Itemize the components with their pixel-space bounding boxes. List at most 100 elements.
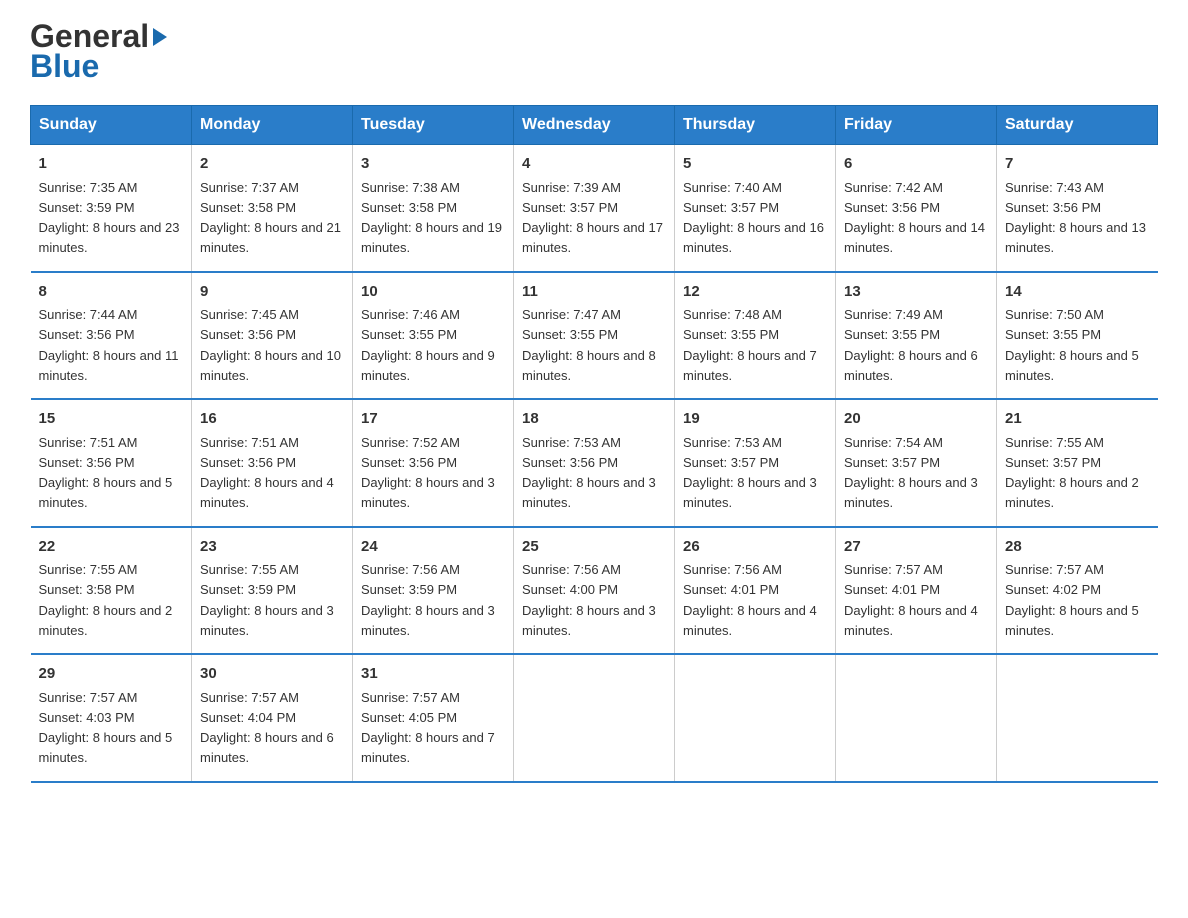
day-cell: 9Sunrise: 7:45 AMSunset: 3:56 PMDaylight… [192,272,353,400]
daylight-info: Daylight: 8 hours and 7 minutes. [683,348,817,383]
day-cell: 6Sunrise: 7:42 AMSunset: 3:56 PMDaylight… [836,145,997,272]
day-number: 31 [361,663,505,686]
week-row-5: 29 Sunrise: 7:57 AM Sunset: 4:03 PM Dayligh… [31,654,1158,782]
daylight-info: Daylight: 8 hours and 2 minutes. [1005,475,1139,510]
day-cell: 16Sunrise: 7:51 AMSunset: 3:56 PMDayligh… [192,399,353,527]
sunset-info: Sunset: 3:56 PM [200,327,296,342]
daylight-info: Daylight: 8 hours and 23 minutes. [39,220,180,255]
sunrise-info: Sunrise: 7:54 AM [844,435,943,450]
sunset-info: Sunset: 3:59 PM [361,582,457,597]
day-cell: 26Sunrise: 7:56 AMSunset: 4:01 PMDayligh… [675,527,836,655]
day-number: 29 [39,663,184,686]
sunset-info: Sunset: 3:58 PM [39,582,135,597]
daylight-info: Daylight: 8 hours and 5 minutes. [39,475,173,510]
daylight-info: Daylight: 8 hours and 19 minutes. [361,220,502,255]
daylight-info: Daylight: 8 hours and 7 minutes. [361,730,495,765]
day-number: 21 [1005,408,1150,431]
day-cell: 11Sunrise: 7:47 AMSunset: 3:55 PMDayligh… [514,272,675,400]
day-number: 27 [844,536,988,559]
sunrise-info: Sunrise: 7:45 AM [200,307,299,322]
week-row-4: 22 Sunrise: 7:55 AM Sunset: 3:58 PM Dayligh… [31,527,1158,655]
day-number: 8 [39,281,184,304]
day-number: 17 [361,408,505,431]
sunrise-info: Sunrise: 7:55 AM [1005,435,1104,450]
sunset-info: Sunset: 3:57 PM [844,455,940,470]
day-cell: 12Sunrise: 7:48 AMSunset: 3:55 PMDayligh… [675,272,836,400]
day-cell: 5Sunrise: 7:40 AMSunset: 3:57 PMDaylight… [675,145,836,272]
day-number: 12 [683,281,827,304]
sunrise-info: Sunrise: 7:55 AM [200,562,299,577]
day-number: 23 [200,536,344,559]
day-cell: 17Sunrise: 7:52 AMSunset: 3:56 PMDayligh… [353,399,514,527]
day-cell: 24Sunrise: 7:56 AMSunset: 3:59 PMDayligh… [353,527,514,655]
day-cell: 13Sunrise: 7:49 AMSunset: 3:55 PMDayligh… [836,272,997,400]
col-header-wednesday: Wednesday [514,106,675,145]
day-number: 10 [361,281,505,304]
day-number: 5 [683,153,827,176]
sunset-info: Sunset: 3:57 PM [1005,455,1101,470]
sunrise-info: Sunrise: 7:43 AM [1005,180,1104,195]
sunrise-info: Sunrise: 7:57 AM [200,690,299,705]
day-cell: 29Sunrise: 7:57 AMSunset: 4:03 PMDayligh… [31,654,192,782]
day-number: 15 [39,408,184,431]
day-cell: 14Sunrise: 7:50 AMSunset: 3:55 PMDayligh… [997,272,1158,400]
daylight-info: Daylight: 8 hours and 5 minutes. [1005,348,1139,383]
daylight-info: Daylight: 8 hours and 3 minutes. [844,475,978,510]
day-cell [675,654,836,782]
week-row-3: 15 Sunrise: 7:51 AM Sunset: 3:56 PM Dayligh… [31,399,1158,527]
sunrise-info: Sunrise: 7:47 AM [522,307,621,322]
daylight-info: Daylight: 8 hours and 3 minutes. [361,603,495,638]
sunrise-info: Sunrise: 7:42 AM [844,180,943,195]
day-cell [836,654,997,782]
sunset-info: Sunset: 4:04 PM [200,710,296,725]
sunset-info: Sunset: 4:03 PM [39,710,135,725]
sunrise-info: Sunrise: 7:46 AM [361,307,460,322]
day-cell: 4Sunrise: 7:39 AMSunset: 3:57 PMDaylight… [514,145,675,272]
sunset-info: Sunset: 3:55 PM [683,327,779,342]
sunset-info: Sunset: 3:55 PM [844,327,940,342]
sunset-info: Sunset: 3:56 PM [1005,200,1101,215]
day-number: 6 [844,153,988,176]
day-cell [997,654,1158,782]
col-header-saturday: Saturday [997,106,1158,145]
daylight-info: Daylight: 8 hours and 21 minutes. [200,220,341,255]
calendar-table: SundayMondayTuesdayWednesdayThursdayFrid… [30,105,1158,783]
daylight-info: Daylight: 8 hours and 5 minutes. [1005,603,1139,638]
sunrise-info: Sunrise: 7:40 AM [683,180,782,195]
sunrise-info: Sunrise: 7:56 AM [683,562,782,577]
sunset-info: Sunset: 3:56 PM [522,455,618,470]
sunset-info: Sunset: 3:58 PM [361,200,457,215]
day-cell: 21 Sunrise: 7:55 AM Sunset: 3:57 PM Dayligh… [997,399,1158,527]
daylight-info: Daylight: 8 hours and 17 minutes. [522,220,663,255]
sunrise-info: Sunrise: 7:49 AM [844,307,943,322]
day-cell: 1Sunrise: 7:35 AMSunset: 3:59 PMDaylight… [31,145,192,272]
sunrise-info: Sunrise: 7:44 AM [39,307,138,322]
sunrise-info: Sunrise: 7:57 AM [361,690,460,705]
daylight-info: Daylight: 8 hours and 2 minutes. [39,603,173,638]
sunset-info: Sunset: 3:56 PM [200,455,296,470]
day-number: 22 [39,536,184,559]
day-number: 16 [200,408,344,431]
day-cell: 10Sunrise: 7:46 AMSunset: 3:55 PMDayligh… [353,272,514,400]
week-row-1: 1Sunrise: 7:35 AMSunset: 3:59 PMDaylight… [31,145,1158,272]
daylight-info: Daylight: 8 hours and 4 minutes. [200,475,334,510]
sunrise-info: Sunrise: 7:57 AM [844,562,943,577]
col-header-sunday: Sunday [31,106,192,145]
sunset-info: Sunset: 3:56 PM [39,327,135,342]
calendar-header-row: SundayMondayTuesdayWednesdayThursdayFrid… [31,106,1158,145]
day-cell: 28Sunrise: 7:57 AMSunset: 4:02 PMDayligh… [997,527,1158,655]
day-cell: 18Sunrise: 7:53 AMSunset: 3:56 PMDayligh… [514,399,675,527]
sunrise-info: Sunrise: 7:51 AM [39,435,138,450]
sunrise-info: Sunrise: 7:56 AM [361,562,460,577]
sunrise-info: Sunrise: 7:52 AM [361,435,460,450]
day-number: 26 [683,536,827,559]
daylight-info: Daylight: 8 hours and 3 minutes. [200,603,334,638]
daylight-info: Daylight: 8 hours and 11 minutes. [39,348,179,383]
sunrise-info: Sunrise: 7:35 AM [39,180,138,195]
sunset-info: Sunset: 3:57 PM [683,455,779,470]
sunset-info: Sunset: 3:59 PM [39,200,135,215]
page-header: General Blue [30,20,1158,85]
sunset-info: Sunset: 4:01 PM [844,582,940,597]
sunrise-info: Sunrise: 7:50 AM [1005,307,1104,322]
day-cell: 31Sunrise: 7:57 AMSunset: 4:05 PMDayligh… [353,654,514,782]
